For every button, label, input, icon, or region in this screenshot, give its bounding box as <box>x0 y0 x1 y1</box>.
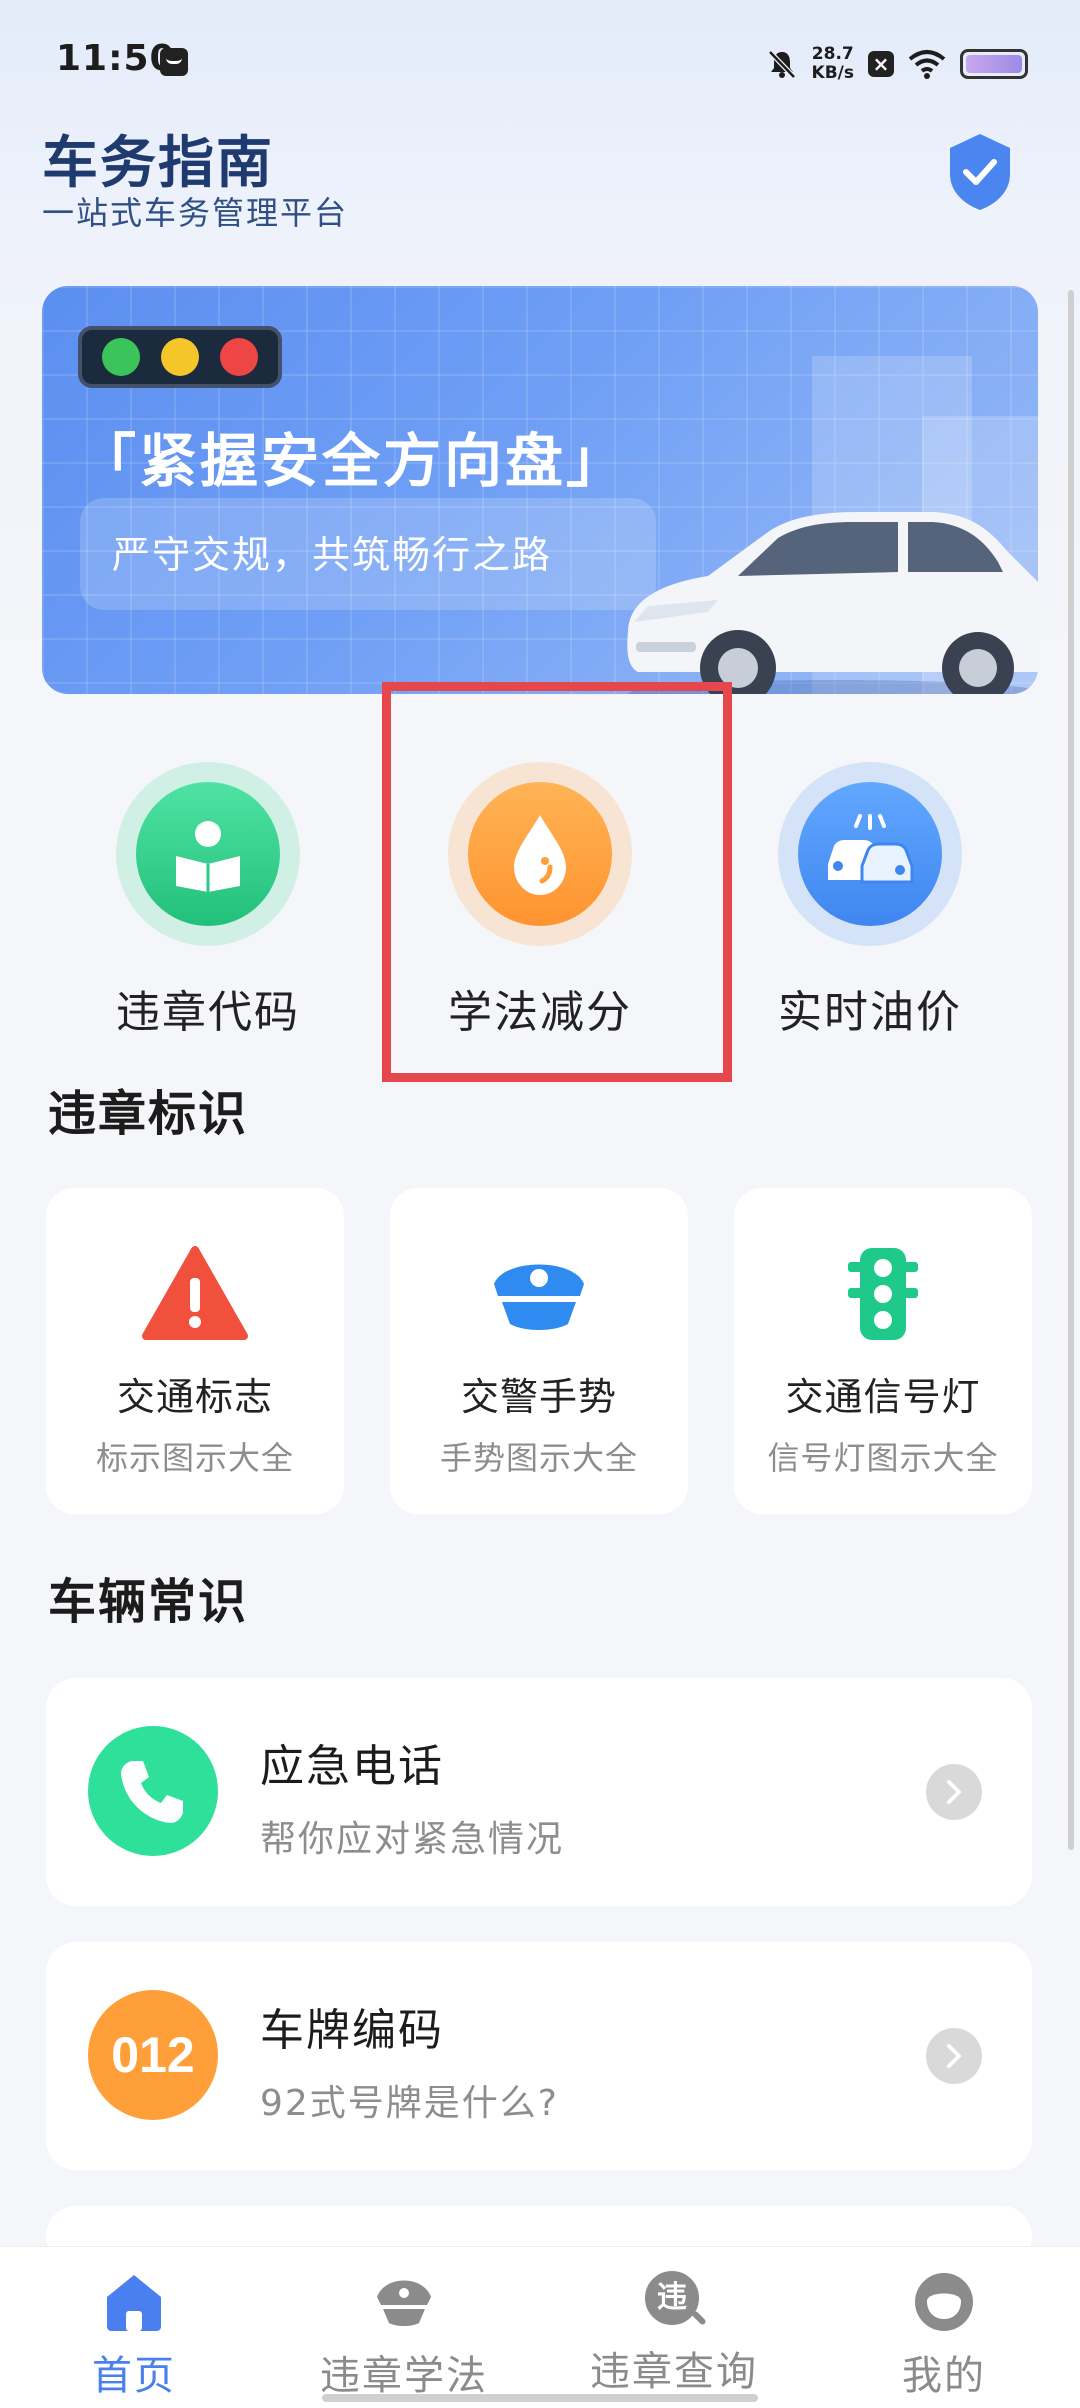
profile-icon <box>915 2273 973 2331</box>
quick-entry-violation-code[interactable]: 违章代码 <box>108 762 308 1040</box>
sign-card-subtitle: 标示图示大全 <box>95 1439 294 1477</box>
sign-card-traffic-signs[interactable]: 交通标志 标示图示大全 <box>46 1188 344 1514</box>
quick-entry-icon-ring <box>116 762 300 946</box>
list-item-plate-code[interactable]: 012 车牌编码 92式号牌是什么? <box>46 1942 1032 2170</box>
quick-entry-fuel-price[interactable]: 实时油价 <box>770 762 970 1040</box>
scrollbar[interactable] <box>1068 290 1074 1850</box>
close-box-icon: × <box>868 51 894 77</box>
list-item-title: 应急电话 <box>260 1741 444 1792</box>
list-item-subtitle: 帮你应对紧急情况 <box>260 1819 565 1860</box>
reading-person-icon <box>176 821 240 892</box>
app-title: 车务指南 <box>42 131 274 196</box>
app-subtitle: 一站式车务管理平台 <box>42 194 349 232</box>
section-title-vehicle-knowledge: 车辆常识 <box>48 1574 249 1630</box>
quick-entry-label: 违章代码 <box>116 987 300 1038</box>
quick-entry-icon-bg <box>136 782 280 926</box>
nav-tab-violation-query[interactable]: 违 违章查询 <box>564 2271 784 2397</box>
sign-card-subtitle: 手势图示大全 <box>439 1439 638 1477</box>
nav-tab-home[interactable]: 首页 <box>24 2271 244 2401</box>
nav-tab-label: 首页 <box>92 2353 176 2399</box>
car-collision-icon <box>828 814 914 884</box>
wifi-icon <box>908 50 946 79</box>
list-item-emergency-call[interactable]: 应急电话 帮你应对紧急情况 <box>46 1678 1032 1906</box>
home-indicator[interactable] <box>322 2394 758 2402</box>
car-illustration-icon <box>627 512 1038 694</box>
highlight-box <box>382 682 732 1082</box>
nav-tab-profile[interactable]: 我的 <box>834 2271 1054 2401</box>
status-icons: 28.7 KB/s × <box>766 40 1028 88</box>
nav-tab-violation-study[interactable]: 违章学法 <box>294 2271 514 2401</box>
sign-card-traffic-lights[interactable]: 交通信号灯 信号灯图示大全 <box>734 1188 1032 1514</box>
home-icon <box>107 2275 161 2331</box>
phone-icon <box>121 1761 183 1823</box>
battery-icon <box>960 49 1028 79</box>
traffic-light-icon <box>848 1248 918 1340</box>
traffic-light-decoration <box>78 326 282 388</box>
list-item-icon-bg <box>88 1726 218 1856</box>
nav-tab-label: 我的 <box>902 2353 986 2399</box>
bell-muted-icon <box>767 50 796 79</box>
sign-card-police-gestures[interactable]: 交警手势 手势图示大全 <box>390 1188 688 1514</box>
status-bar: 11:50 28.7 KB/s × <box>0 0 1080 130</box>
plate-number-icon: 012 <box>88 1990 218 2120</box>
list-item-subtitle: 92式号牌是什么? <box>260 2083 559 2124</box>
search-violation-icon: 违 <box>643 2271 707 2333</box>
nav-tab-label: 违章查询 <box>590 2349 758 2395</box>
sign-card-subtitle: 信号灯图示大全 <box>767 1439 999 1477</box>
quick-entry-label: 实时油价 <box>778 987 962 1038</box>
chevron-right-icon <box>926 2028 982 2084</box>
police-cap-icon <box>494 1264 584 1330</box>
sign-card-title: 交警手势 <box>460 1375 617 1419</box>
plate-number-icon-text: 012 <box>111 2027 195 2083</box>
message-notification-icon <box>160 48 188 76</box>
nav-tab-label: 违章学法 <box>320 2353 488 2399</box>
sign-card-title: 交通标志 <box>116 1375 273 1419</box>
chevron-right-icon <box>926 1764 982 1820</box>
banner-headline: 「紧握安全方向盘」 <box>78 427 628 495</box>
promo-banner[interactable]: 「紧握安全方向盘」 严守交规，共筑畅行之路 <box>42 286 1038 694</box>
sign-card-title: 交通信号灯 <box>785 1375 981 1419</box>
shield-check-icon[interactable] <box>946 132 1014 212</box>
quick-entry-icon-ring <box>778 762 962 946</box>
status-time: 11:50 <box>56 38 176 79</box>
bottom-nav: 首页 违章学法 违 违章查询 我的 <box>0 2246 1080 2408</box>
banner-subline: 严守交规，共筑畅行之路 <box>112 533 553 577</box>
quick-entry-icon-bg <box>798 782 942 926</box>
list-item-title: 车牌编码 <box>260 2005 444 2056</box>
police-cap-icon <box>377 2280 431 2326</box>
warning-triangle-icon <box>142 1246 248 1340</box>
network-speed: 28.7 KB/s <box>811 44 854 83</box>
section-title-violation-signs: 违章标识 <box>48 1086 249 1142</box>
